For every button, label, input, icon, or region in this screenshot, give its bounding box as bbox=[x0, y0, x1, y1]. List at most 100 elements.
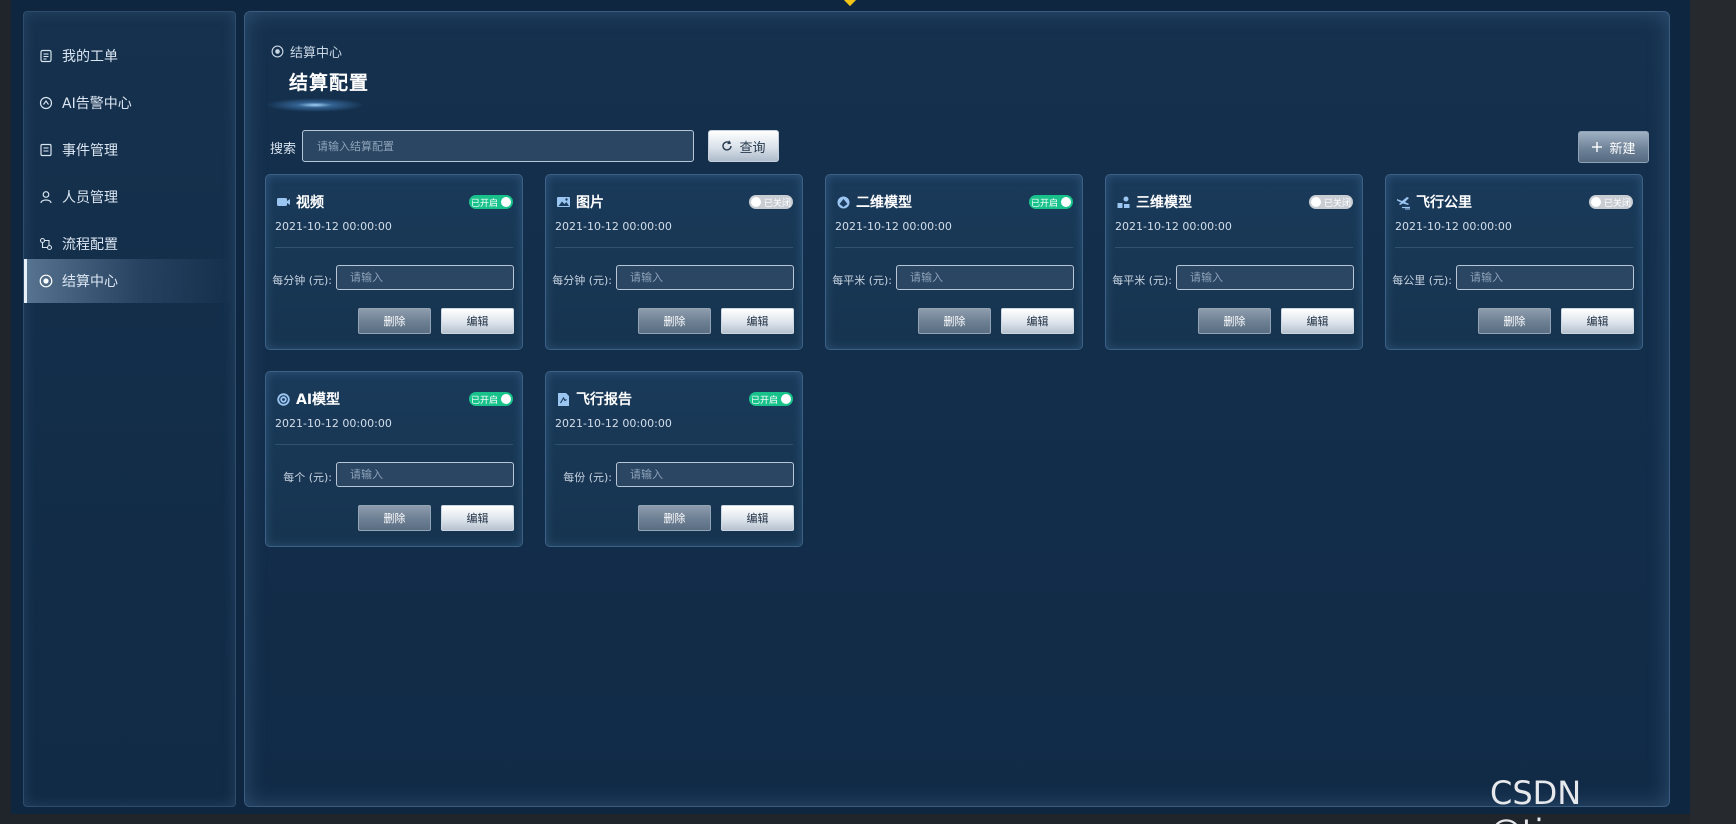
config-card-flight-report: 飞行报告 已开启 2021-10-12 00:00:00 每份 (元): 删除 … bbox=[545, 371, 803, 547]
query-button[interactable]: 查询 bbox=[708, 130, 779, 162]
2d-model-icon bbox=[835, 194, 851, 210]
breadcrumb: 结算中心 bbox=[271, 42, 342, 61]
divider bbox=[275, 444, 513, 445]
price-input[interactable] bbox=[336, 462, 514, 487]
sidebar-item-label: 结算中心 bbox=[62, 274, 118, 290]
card-title-text: 图片 bbox=[576, 195, 604, 211]
card-title-text: 飞行公里 bbox=[1416, 195, 1472, 211]
edit-button[interactable]: 编辑 bbox=[1281, 308, 1354, 334]
edit-button[interactable]: 编辑 bbox=[441, 505, 514, 531]
sidebar-item-personnel[interactable]: 人员管理 bbox=[24, 175, 235, 219]
card-title-text: 视频 bbox=[296, 195, 324, 211]
card-title: AI模型 bbox=[275, 389, 340, 409]
status-text: 已开启 bbox=[470, 198, 498, 209]
title-underline-glow bbox=[265, 98, 365, 112]
card-timestamp: 2021-10-12 00:00:00 bbox=[1115, 220, 1232, 233]
divider bbox=[555, 247, 793, 248]
price-input[interactable] bbox=[616, 265, 794, 290]
image-icon bbox=[555, 194, 571, 210]
delete-button[interactable]: 删除 bbox=[638, 505, 711, 531]
status-text: 已开启 bbox=[750, 395, 778, 406]
edit-button[interactable]: 编辑 bbox=[441, 308, 514, 334]
query-button-label: 查询 bbox=[739, 140, 766, 156]
card-timestamp: 2021-10-12 00:00:00 bbox=[555, 417, 672, 430]
status-toggle[interactable]: 已关闭 bbox=[1309, 195, 1353, 209]
divider bbox=[555, 444, 793, 445]
settlement-icon bbox=[271, 45, 284, 58]
status-text: 已开启 bbox=[470, 395, 498, 406]
status-toggle[interactable]: 已开启 bbox=[749, 392, 793, 406]
toggle-knob bbox=[501, 394, 511, 404]
sidebar-item-settlement[interactable]: 结算中心 bbox=[24, 259, 235, 303]
config-card-video: 视频 已开启 2021-10-12 00:00:00 每分钟 (元): 删除 编… bbox=[265, 174, 523, 350]
status-text: 已关闭 bbox=[1324, 198, 1352, 209]
divider bbox=[1395, 247, 1633, 248]
status-text: 已关闭 bbox=[764, 198, 792, 209]
price-input[interactable] bbox=[336, 265, 514, 290]
card-title-text: AI模型 bbox=[296, 392, 341, 408]
card-title: 飞行报告 bbox=[555, 389, 632, 409]
config-card-image: 图片 已关闭 2021-10-12 00:00:00 每分钟 (元): 删除 编… bbox=[545, 174, 803, 350]
delete-button[interactable]: 删除 bbox=[638, 308, 711, 334]
edit-button[interactable]: 编辑 bbox=[721, 308, 794, 334]
price-label: 每份 (元): bbox=[563, 471, 612, 484]
toggle-knob bbox=[1311, 197, 1321, 207]
card-title: 飞行公里 bbox=[1395, 192, 1472, 212]
edit-button[interactable]: 编辑 bbox=[1001, 308, 1074, 334]
status-toggle[interactable]: 已关闭 bbox=[749, 195, 793, 209]
config-card-2d-model: 二维模型 已开启 2021-10-12 00:00:00 每平米 (元): 删除… bbox=[825, 174, 1083, 350]
delete-button[interactable]: 删除 bbox=[358, 505, 431, 531]
card-title: 图片 bbox=[555, 192, 604, 212]
card-title-text: 三维模型 bbox=[1136, 195, 1192, 211]
3d-model-icon bbox=[1115, 194, 1131, 210]
search-input[interactable] bbox=[302, 130, 694, 162]
delete-button[interactable]: 删除 bbox=[918, 308, 991, 334]
price-input[interactable] bbox=[896, 265, 1074, 290]
card-timestamp: 2021-10-12 00:00:00 bbox=[1395, 220, 1512, 233]
edit-button[interactable]: 编辑 bbox=[721, 505, 794, 531]
price-label: 每个 (元): bbox=[283, 471, 332, 484]
alarm-icon bbox=[38, 95, 54, 111]
card-timestamp: 2021-10-12 00:00:00 bbox=[275, 417, 392, 430]
divider bbox=[275, 247, 513, 248]
toggle-knob bbox=[501, 197, 511, 207]
edit-button[interactable]: 编辑 bbox=[1561, 308, 1634, 334]
main-panel: 结算中心 结算配置 搜索 查询 新建 视频 已开启 2021-10-12 00:… bbox=[244, 11, 1670, 807]
window-edge bbox=[1690, 0, 1736, 824]
config-card-3d-model: 三维模型 已关闭 2021-10-12 00:00:00 每平米 (元): 删除… bbox=[1105, 174, 1363, 350]
report-icon bbox=[555, 391, 571, 407]
event-icon bbox=[38, 142, 54, 158]
delete-button[interactable]: 删除 bbox=[358, 308, 431, 334]
card-timestamp: 2021-10-12 00:00:00 bbox=[555, 220, 672, 233]
page-title: 结算配置 bbox=[289, 72, 370, 94]
card-title: 三维模型 bbox=[1115, 192, 1192, 212]
price-label: 每分钟 (元): bbox=[552, 274, 612, 287]
status-toggle[interactable]: 已开启 bbox=[469, 392, 513, 406]
config-card-flight-km: 飞行公里 已关闭 2021-10-12 00:00:00 每公里 (元): 删除… bbox=[1385, 174, 1643, 350]
delete-button[interactable]: 删除 bbox=[1478, 308, 1551, 334]
price-label: 每公里 (元): bbox=[1392, 274, 1452, 287]
toggle-knob bbox=[751, 197, 761, 207]
price-input[interactable] bbox=[1176, 265, 1354, 290]
price-input[interactable] bbox=[616, 462, 794, 487]
delete-button[interactable]: 删除 bbox=[1198, 308, 1271, 334]
price-label: 每平米 (元): bbox=[832, 274, 892, 287]
sidebar-item-events[interactable]: 事件管理 bbox=[24, 128, 235, 172]
sidebar-item-ai-alarm[interactable]: AI告警中心 bbox=[24, 81, 235, 125]
sidebar-item-my-tickets[interactable]: 我的工单 bbox=[24, 34, 235, 78]
status-toggle[interactable]: 已关闭 bbox=[1589, 195, 1633, 209]
divider bbox=[835, 247, 1073, 248]
price-input[interactable] bbox=[1456, 265, 1634, 290]
status-text: 已开启 bbox=[1030, 198, 1058, 209]
toggle-knob bbox=[1591, 197, 1601, 207]
watermark-text: CSDN @tigerups bbox=[1490, 774, 1654, 824]
new-button[interactable]: 新建 bbox=[1578, 131, 1649, 163]
plus-icon bbox=[1591, 141, 1603, 153]
config-card-ai-model: AI模型 已开启 2021-10-12 00:00:00 每个 (元): 删除 … bbox=[265, 371, 523, 547]
video-icon bbox=[275, 194, 291, 210]
status-text: 已关闭 bbox=[1604, 198, 1632, 209]
toggle-knob bbox=[781, 394, 791, 404]
status-toggle[interactable]: 已开启 bbox=[469, 195, 513, 209]
status-toggle[interactable]: 已开启 bbox=[1029, 195, 1073, 209]
card-title-text: 二维模型 bbox=[856, 195, 912, 211]
